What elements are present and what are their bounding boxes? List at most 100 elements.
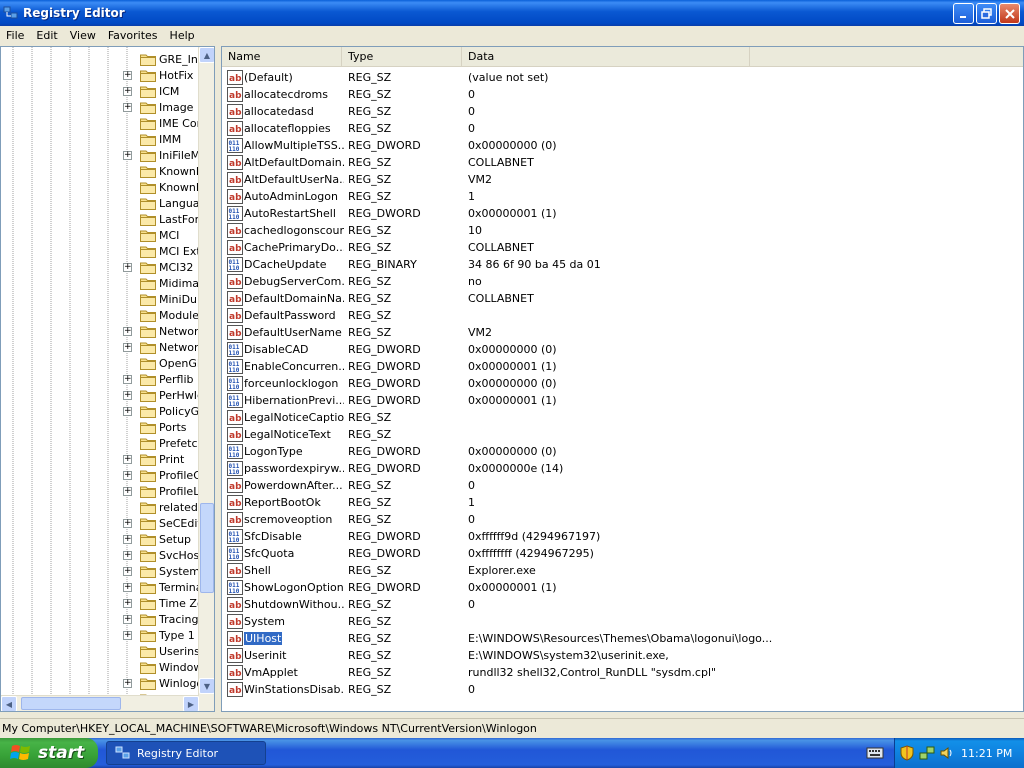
value-row[interactable]: ab UIHost REG_SZ E:\WINDOWS\Resources\Theme… bbox=[222, 630, 1023, 647]
minimize-button[interactable] bbox=[953, 3, 974, 24]
tree-vertical-scrollbar[interactable]: ▲ ▼ bbox=[198, 47, 214, 711]
tree-item[interactable]: MCI bbox=[1, 227, 200, 243]
tree-item[interactable]: + PerHwIc bbox=[1, 387, 203, 403]
menu-edit[interactable]: Edit bbox=[30, 29, 63, 42]
value-row[interactable]: ab AltDefaultUserNa... REG_SZ VM2 bbox=[222, 171, 1023, 188]
expand-icon[interactable]: + bbox=[123, 262, 132, 272]
tree-item[interactable]: + Type 1 I bbox=[1, 627, 202, 643]
expand-icon[interactable]: + bbox=[123, 630, 132, 640]
expand-icon[interactable]: + bbox=[123, 454, 132, 464]
expand-icon[interactable]: + bbox=[123, 470, 132, 480]
value-row[interactable]: ab CachePrimaryDo... REG_SZ COLLABNET bbox=[222, 239, 1023, 256]
expand-icon[interactable]: + bbox=[123, 678, 132, 688]
expand-icon[interactable]: + bbox=[123, 70, 132, 80]
value-row[interactable]: 011 110 SfcQuota REG_DWORD 0xffffffff (42949… bbox=[222, 545, 1023, 562]
security-shield-icon[interactable] bbox=[899, 745, 915, 761]
tree-item[interactable]: + SystemR bbox=[1, 563, 208, 579]
tree-item[interactable]: + Winlogo bbox=[1, 675, 203, 691]
tree-item[interactable]: Midimap bbox=[1, 275, 206, 291]
menu-file[interactable]: File bbox=[0, 29, 30, 42]
expand-icon[interactable]: + bbox=[123, 150, 132, 160]
tree-item[interactable]: GRE_Ini bbox=[1, 51, 201, 67]
value-row[interactable]: ab DebugServerCom... REG_SZ no bbox=[222, 273, 1023, 290]
tree-item[interactable]: KnownF bbox=[1, 163, 202, 179]
value-row[interactable]: 011 110 DisableCAD REG_DWORD 0x00000000 (0) bbox=[222, 341, 1023, 358]
value-row[interactable]: 011 110 SfcDisable REG_DWORD 0xffffff9d (429… bbox=[222, 528, 1023, 545]
value-row[interactable]: ab cachedlogonscount REG_SZ 10 bbox=[222, 222, 1023, 239]
value-row[interactable]: ab DefaultUserName REG_SZ VM2 bbox=[222, 324, 1023, 341]
h-scroll-thumb[interactable] bbox=[21, 697, 121, 710]
tree-item[interactable]: + Network bbox=[1, 323, 205, 339]
expand-icon[interactable]: + bbox=[123, 582, 132, 592]
expand-icon[interactable]: + bbox=[123, 342, 132, 352]
value-row[interactable]: ab (Default) REG_SZ (value not set) bbox=[222, 69, 1023, 86]
value-row[interactable]: ab WinStationsDisab... REG_SZ 0 bbox=[222, 681, 1023, 698]
key-tree-pane[interactable]: GRE_Ini + HotFix + ICM + Image F IME Con IMM + Ini… bbox=[0, 46, 215, 712]
expand-icon[interactable]: + bbox=[123, 614, 132, 624]
value-row[interactable]: ab LegalNoticeText REG_SZ bbox=[222, 426, 1023, 443]
tree-item[interactable]: + Image F bbox=[1, 99, 203, 115]
value-row[interactable]: ab VmApplet REG_SZ rundll32 shell32,Control… bbox=[222, 664, 1023, 681]
value-row[interactable]: ab allocatefloppies REG_SZ 0 bbox=[222, 120, 1023, 137]
tree-item[interactable]: + Tracing bbox=[1, 611, 200, 627]
tree-item[interactable]: KnownM bbox=[1, 179, 205, 195]
tree-item[interactable]: + Print bbox=[1, 451, 200, 467]
value-row[interactable]: 011 110 passwordexpiryw... REG_DWORD 0x00000… bbox=[222, 460, 1023, 477]
value-row[interactable]: ab ReportBootOk REG_SZ 1 bbox=[222, 494, 1023, 511]
value-row[interactable]: ab LegalNoticeCaption REG_SZ bbox=[222, 409, 1023, 426]
tree-item[interactable]: + Network bbox=[1, 339, 205, 355]
value-row[interactable]: ab AutoAdminLogon REG_SZ 1 bbox=[222, 188, 1023, 205]
value-row[interactable]: 011 110 HibernationPrevi... REG_DWORD 0x0000… bbox=[222, 392, 1023, 409]
close-button[interactable] bbox=[999, 3, 1020, 24]
tree-item[interactable]: LastFon bbox=[1, 211, 202, 227]
column-header-data[interactable]: Data bbox=[462, 47, 750, 67]
taskbar-button-registry-editor[interactable]: Registry Editor bbox=[106, 741, 266, 765]
expand-icon[interactable]: + bbox=[123, 550, 132, 560]
scroll-right-arrow[interactable]: ▶ bbox=[183, 696, 199, 711]
tree-item[interactable]: MiniDum bbox=[1, 291, 208, 307]
tree-item[interactable]: + ProfileLi bbox=[1, 483, 202, 499]
tree-item[interactable]: Userinst bbox=[1, 643, 204, 659]
menu-view[interactable]: View bbox=[64, 29, 102, 42]
expand-icon[interactable]: + bbox=[123, 566, 132, 576]
value-row[interactable]: 011 110 AutoRestartShell REG_DWORD 0x0000000… bbox=[222, 205, 1023, 222]
value-row[interactable]: 011 110 forceunlocklogon REG_DWORD 0x0000000… bbox=[222, 375, 1023, 392]
tree-item[interactable]: + Setup bbox=[1, 531, 200, 547]
tree-item[interactable]: + IniFileMa bbox=[1, 147, 207, 163]
keyboard-icon[interactable] bbox=[866, 745, 884, 761]
value-row[interactable]: ab ShutdownWithou... REG_SZ 0 bbox=[222, 596, 1023, 613]
expand-icon[interactable]: + bbox=[123, 406, 132, 416]
tree-horizontal-scrollbar[interactable]: ◀ ▶ bbox=[1, 695, 199, 711]
value-row[interactable]: ab DefaultDomainNa... REG_SZ COLLABNET bbox=[222, 290, 1023, 307]
tree-item[interactable]: + Termina bbox=[1, 579, 202, 595]
value-row[interactable]: ab allocatedasd REG_SZ 0 bbox=[222, 103, 1023, 120]
expand-icon[interactable]: + bbox=[123, 598, 132, 608]
value-row[interactable]: ab allocatecdroms REG_SZ 0 bbox=[222, 86, 1023, 103]
expand-icon[interactable]: + bbox=[123, 374, 132, 384]
menu-help[interactable]: Help bbox=[164, 29, 201, 42]
tree-item[interactable]: + PolicyGu bbox=[1, 403, 206, 419]
value-row[interactable]: 011 110 EnableConcurren... REG_DWORD 0x00000… bbox=[222, 358, 1023, 375]
value-row[interactable]: 011 110 DCacheUpdate REG_BINARY 34 86 6f 90 … bbox=[222, 256, 1023, 273]
tree-item[interactable]: + HotFix bbox=[1, 67, 200, 83]
clock[interactable]: 11:21 PM bbox=[961, 747, 1012, 760]
speaker-icon[interactable] bbox=[939, 745, 955, 761]
value-row[interactable]: 011 110 ShowLogonOptions REG_DWORD 0x0000000… bbox=[222, 579, 1023, 596]
value-row[interactable]: ab DefaultPassword REG_SZ bbox=[222, 307, 1023, 324]
title-bar[interactable]: Registry Editor bbox=[0, 0, 1024, 26]
value-row[interactable]: ab Shell REG_SZ Explorer.exe bbox=[222, 562, 1023, 579]
value-row[interactable]: 011 110 LogonType REG_DWORD 0x00000000 (0) bbox=[222, 443, 1023, 460]
column-header-name[interactable]: Name bbox=[222, 47, 342, 67]
expand-icon[interactable]: + bbox=[123, 102, 132, 112]
tree-item[interactable]: Languag bbox=[1, 195, 207, 211]
menu-favorites[interactable]: Favorites bbox=[102, 29, 164, 42]
scroll-left-arrow[interactable]: ◀ bbox=[1, 696, 17, 711]
column-header-type[interactable]: Type bbox=[342, 47, 462, 67]
tree-item[interactable]: IMM bbox=[1, 131, 200, 147]
expand-icon[interactable]: + bbox=[123, 390, 132, 400]
tree-item[interactable]: + Time Zo bbox=[1, 595, 204, 611]
tree-item[interactable]: Prefetch bbox=[1, 435, 204, 451]
scroll-thumb[interactable] bbox=[200, 503, 214, 593]
tree-item[interactable]: Ports bbox=[1, 419, 200, 435]
network-icon[interactable] bbox=[919, 745, 935, 761]
